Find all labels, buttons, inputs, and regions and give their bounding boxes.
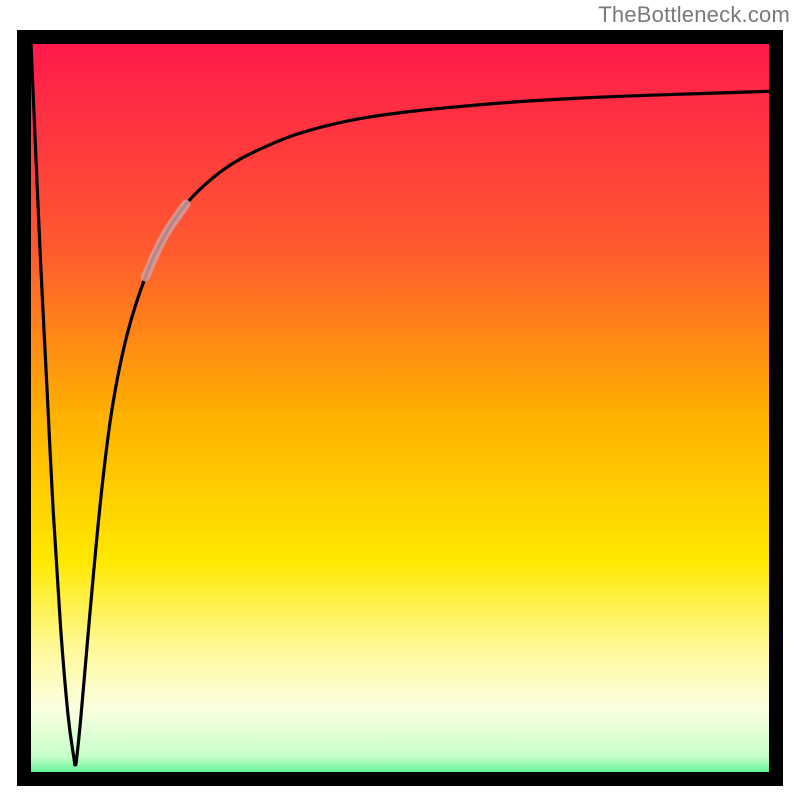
highlight-segment (145, 204, 186, 277)
chart-svg (31, 44, 769, 772)
plot-area (31, 44, 769, 772)
chart-container: TheBottleneck.com (0, 0, 800, 800)
attribution-label: TheBottleneck.com (598, 2, 790, 28)
plot-frame (17, 30, 783, 786)
bottleneck-curve (31, 44, 769, 765)
